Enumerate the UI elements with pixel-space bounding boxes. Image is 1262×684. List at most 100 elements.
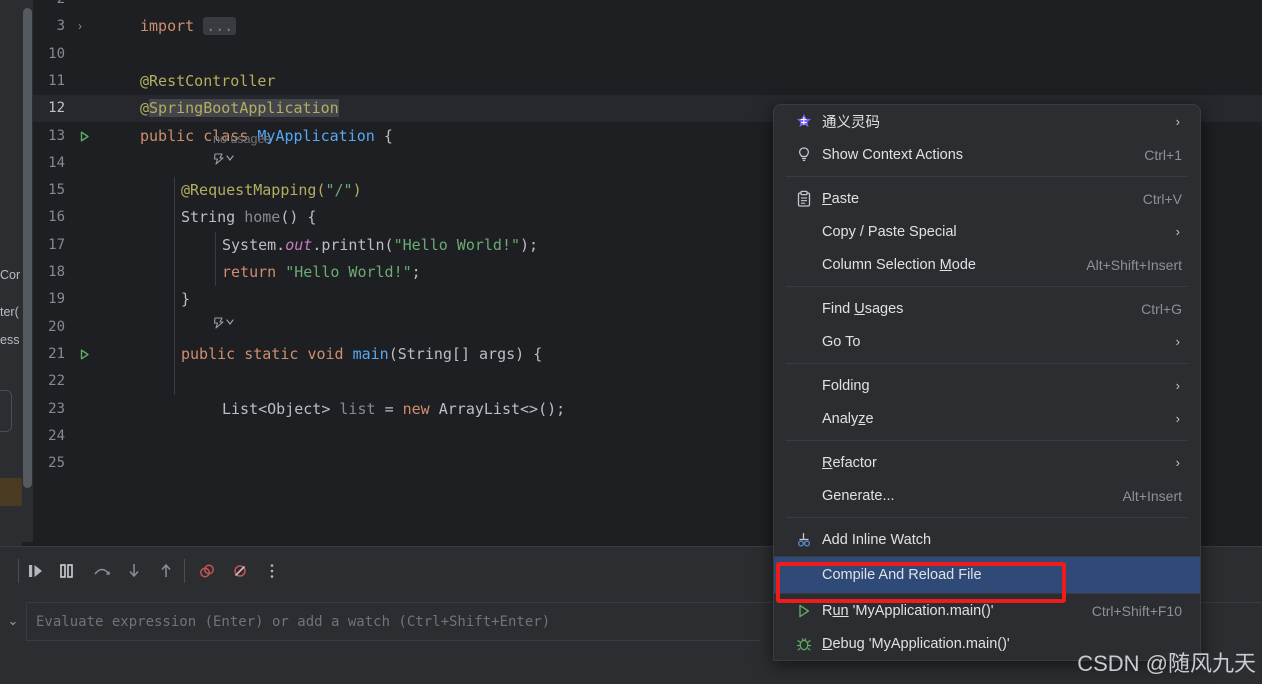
menu-item-label: 通义灵码 [822,115,880,131]
left-strip-pill [0,390,12,432]
editor-line-row[interactable] [106,13,1262,40]
code-token: ArrayList<>(); [438,399,566,418]
toolbar-separator-right [184,559,185,583]
more-options-icon[interactable] [258,557,286,585]
ai-assistant-inlay-icon[interactable] [211,315,241,331]
mute-breakpoints-icon[interactable] [226,557,254,585]
line-number: 18 [48,264,65,280]
code-token: return [222,263,286,281]
line-number: 24 [48,427,65,444]
line-number: 2 [57,0,65,13]
left-tool-window-strip: Cor ter( ess [0,0,22,600]
menu-item-column-selection-mode[interactable]: Column Selection Mode Alt+Shift+Insert [774,248,1200,281]
code-line[interactable]: @SpringBootApplication [140,95,339,122]
menu-separator [786,363,1188,364]
code-token: ... [203,17,237,36]
code-line[interactable]: String home() { [181,204,316,231]
code-token: home [244,208,281,227]
view-breakpoints-icon[interactable] [193,557,221,585]
menu-item-run-myapplication-main[interactable]: Run 'MyApplication.main()' Ctrl+Shift+F10 [774,594,1200,627]
line-number: 21 [48,345,65,362]
chevron-right-icon: › [1175,334,1180,349]
menu-item-shortcut: Ctrl+Shift+F10 [1091,602,1182,619]
left-strip-fragment-0: Cor [0,268,21,282]
code-line[interactable]: } [181,286,190,313]
code-token: .println( [312,235,394,254]
chevron-right-icon: › [1175,378,1180,393]
code-line[interactable]: public static void main(String[] args) { [181,341,542,368]
menu-item-copy-paste-special[interactable]: Copy / Paste Special › [774,215,1200,248]
chevron-down-icon[interactable]: ⌄ [0,602,26,640]
run-gutter-icon[interactable] [78,341,92,368]
editor-line-row[interactable] [106,41,1262,68]
menu-item-label: Column Selection Mode [822,256,976,273]
menu-item-add-inline-watch[interactable]: Add Inline Watch [774,523,1200,556]
line-number: 23 [48,400,65,417]
fold-expand-icon[interactable]: › [78,13,82,40]
menu-item-[interactable]: 通义灵码 › [774,105,1200,138]
editor-line-row[interactable] [106,68,1262,95]
editor-gutter[interactable]: 23›10111213141516171819202122232425 [33,0,106,546]
ai-assistant-inlay-icon[interactable] [211,151,241,167]
menu-item-shortcut: Alt+Shift+Insert [1086,256,1182,273]
debug-icon [794,634,814,654]
code-token: String [181,208,245,227]
code-token: @RequestMapping( [181,181,326,200]
line-number: 19 [48,291,65,308]
code-line[interactable]: return "Hello World!"; [222,259,421,286]
code-line[interactable]: List<Object> list = new ArrayList<>(); [222,396,565,423]
menu-separator [786,517,1188,518]
step-out-icon[interactable] [152,557,180,585]
menu-item-paste[interactable]: Paste Ctrl+V [774,182,1200,215]
code-token: ; [411,263,421,281]
line-number: 11 [48,72,65,89]
menu-item-refactor[interactable]: Refactor › [774,446,1200,479]
clipboard-icon [794,189,814,209]
code-token: @ [140,99,150,118]
line-number: 13 [48,127,65,144]
code-token: @RestController [140,71,276,90]
step-into-icon[interactable] [120,557,148,585]
menu-item-label: Copy / Paste Special [822,223,957,240]
code-token: import [140,17,204,36]
evaluate-expression-placeholder: Evaluate expression (Enter) or add a wat… [36,614,551,630]
menu-item-label: Find Usages [822,300,904,317]
menu-item-label: Generate... [822,487,895,504]
menu-item-shortcut: Alt+Insert [1122,487,1182,504]
menu-item-label: Run 'MyApplication.main()' [822,602,994,619]
menu-item-folding[interactable]: Folding › [774,369,1200,402]
code-line[interactable]: @RequestMapping("/") [181,177,362,204]
menu-item-shortcut: Ctrl+1 [1144,146,1182,163]
menu-item-label: Analyze [822,410,874,427]
menu-item-find-usages[interactable]: Find Usages Ctrl+G [774,292,1200,325]
code-line[interactable]: @RestController [140,68,275,95]
step-over-icon[interactable] [88,557,116,585]
code-token: SpringBootApplication [149,99,339,118]
menu-item-shortcut: Ctrl+V [1142,190,1182,207]
code-line[interactable]: import ... [140,13,237,40]
editor-line-row[interactable] [106,0,1262,13]
menu-item-label: Folding [822,377,870,394]
menu-item-analyze[interactable]: Analyze › [774,402,1200,435]
menu-item-generate[interactable]: Generate... Alt+Insert [774,479,1200,512]
menu-item-label: Debug 'MyApplication.main()' [822,635,1010,652]
editor-context-menu[interactable]: 通义灵码 › Show Context Actions Ctrl+1 Paste Ctrl… [773,104,1201,661]
pause-program-icon[interactable] [53,557,81,585]
resume-program-icon[interactable] [22,557,50,585]
tongyi-lingma-icon [794,112,814,132]
code-token: (String[] args) { [388,344,543,363]
menu-item-compile-and-reload-file[interactable]: Compile And Reload File [774,557,1200,593]
code-token: System. [222,235,286,254]
run-gutter-icon[interactable] [78,123,92,150]
line-number: 3 [56,18,65,35]
code-line[interactable]: System.out.println("Hello World!"); [222,232,538,259]
run-icon [794,601,814,621]
left-panel-scrollbar-thumb[interactable] [23,8,32,488]
code-token: { [374,126,393,145]
menu-item-go-to[interactable]: Go To › [774,325,1200,358]
code-token: "Hello World!" [393,235,521,254]
menu-item-label: Show Context Actions [822,146,964,163]
menu-item-show-context-actions[interactable]: Show Context Actions Ctrl+1 [774,138,1200,171]
inlay-hint-no-usages[interactable]: no usages [213,132,271,146]
line-number: 20 [48,318,65,335]
